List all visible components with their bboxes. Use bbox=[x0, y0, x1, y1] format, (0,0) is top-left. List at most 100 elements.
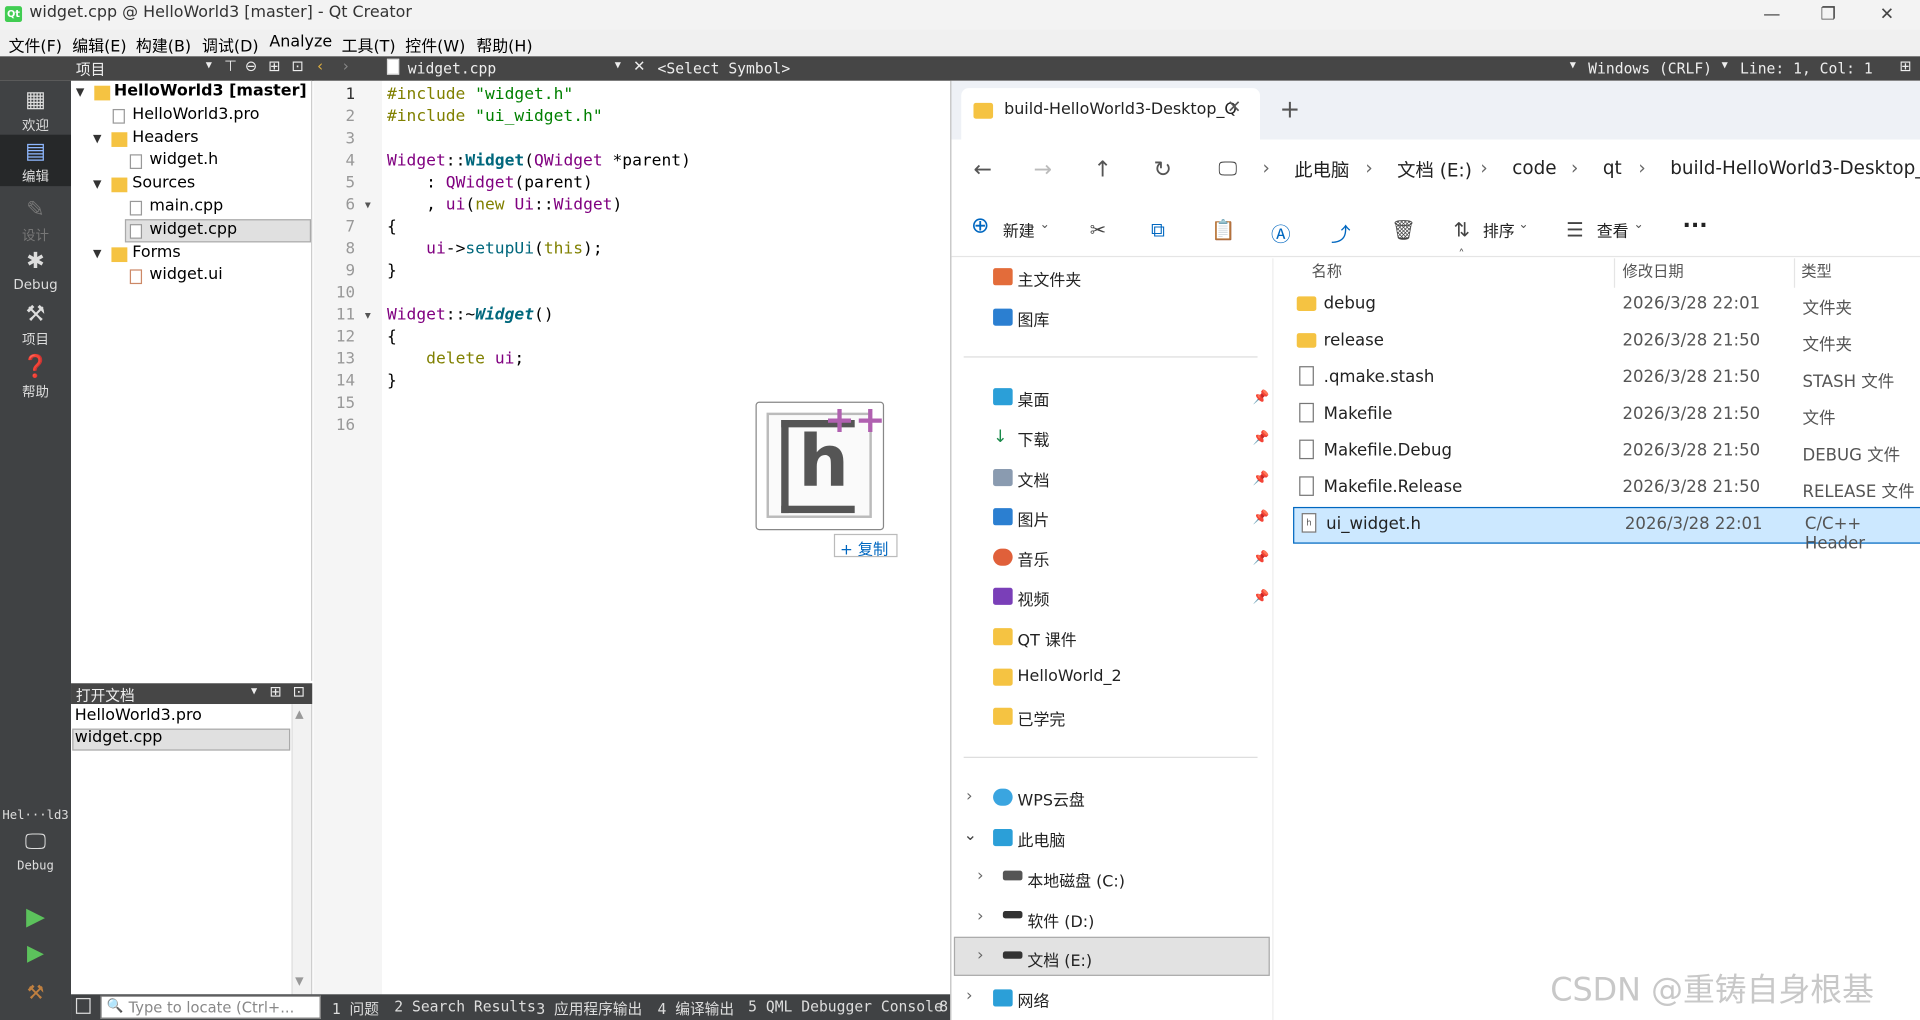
sidebar-quick-qt-course[interactable]: QT 课件 bbox=[1018, 627, 1077, 650]
tree-source-main[interactable]: main.cpp bbox=[149, 197, 223, 215]
crumb[interactable]: 文档 (E:) bbox=[1397, 157, 1472, 183]
paste-icon[interactable]: 📋 bbox=[1211, 218, 1235, 241]
encoding-dropdown-icon[interactable]: ▾ bbox=[1570, 59, 1576, 72]
pin-icon[interactable]: 📌 bbox=[1253, 509, 1270, 525]
new-button[interactable]: 新建 bbox=[1003, 218, 1035, 241]
collapse-arrow-icon[interactable]: ▼ bbox=[93, 133, 101, 145]
mode-design[interactable]: ✎ 设计 bbox=[0, 198, 71, 245]
chevron-right-icon[interactable]: › bbox=[966, 987, 972, 1005]
close-panel-icon[interactable]: ⊡ bbox=[293, 683, 305, 700]
panel-dropdown-icon[interactable]: ▾ bbox=[206, 59, 212, 72]
encoding[interactable]: Windows (CRLF) bbox=[1588, 60, 1712, 77]
menu-tools[interactable]: 工具(T) bbox=[342, 33, 396, 56]
file-row[interactable]: debug 2026/3/28 22:01 文件夹 bbox=[1292, 288, 1920, 322]
menu-debug[interactable]: 调试(D) bbox=[202, 33, 259, 56]
tree-source-widget[interactable]: widget.cpp bbox=[149, 220, 237, 238]
mode-help[interactable]: ❓ 帮助 bbox=[0, 354, 71, 402]
close-panel-icon[interactable]: ⊡ bbox=[291, 58, 303, 75]
menu-help[interactable]: 帮助(H) bbox=[476, 33, 532, 56]
run-icon[interactable]: ▶ bbox=[0, 901, 71, 930]
collapse-arrow-icon[interactable]: ▼ bbox=[93, 249, 101, 261]
file-row-selected[interactable]: h ui_widget.h 2026/3/28 22:01 C/C++ Head… bbox=[1293, 506, 1920, 553]
menu-controls[interactable]: 控件(W) bbox=[405, 33, 465, 56]
pane-more[interactable]: 8 bbox=[939, 998, 948, 1015]
mode-welcome[interactable]: ▦ 欢迎 bbox=[0, 88, 71, 135]
sidebar-quick-pictures[interactable]: 图片 bbox=[1018, 507, 1050, 530]
tree-forms[interactable]: Forms bbox=[132, 244, 180, 262]
debug-run-icon[interactable]: ▶ bbox=[0, 940, 71, 966]
tree-form-file[interactable]: widget.ui bbox=[149, 266, 222, 284]
scroll-down-icon[interactable]: ▼ bbox=[295, 976, 303, 988]
close-icon[interactable]: ✕ bbox=[1875, 2, 1899, 26]
new-tab-icon[interactable]: + bbox=[1280, 94, 1301, 123]
crumb[interactable]: build-HelloWorld3-Desktop_Qt_5 bbox=[1670, 157, 1920, 179]
sidebar-quick-downloads[interactable]: 下载 bbox=[1018, 427, 1050, 450]
sidebar-toggle-icon[interactable] bbox=[75, 997, 91, 1014]
file-row[interactable]: Makefile.Release 2026/3/28 21:50 RELEASE… bbox=[1292, 471, 1920, 505]
share-icon[interactable]: ⤴ bbox=[1331, 218, 1351, 247]
sidebar-wps[interactable]: WPS云盘 bbox=[1018, 787, 1085, 810]
back-icon[interactable]: ‹ bbox=[317, 58, 323, 75]
up-arrow-icon[interactable]: ↑ bbox=[1093, 157, 1111, 183]
tree-root[interactable]: HelloWorld3 [master] bbox=[114, 82, 307, 100]
menu-file[interactable]: 文件(F) bbox=[9, 33, 62, 56]
menu-build[interactable]: 构建(B) bbox=[136, 33, 191, 56]
explorer-tab[interactable]: build-HelloWorld3-Desktop_Q ✕ bbox=[961, 88, 1261, 140]
split-editor-icon[interactable]: ⊞ bbox=[1899, 58, 1911, 75]
crumb[interactable]: 此电脑 bbox=[1294, 157, 1349, 183]
pin-icon[interactable]: 📌 bbox=[1253, 550, 1270, 566]
more-button[interactable]: ··· bbox=[1682, 213, 1707, 239]
mode-edit[interactable]: ▤ 编辑 bbox=[0, 134, 72, 187]
sidebar-this-pc[interactable]: 此电脑 bbox=[1018, 828, 1066, 851]
pane-search-results[interactable]: 2 Search Results bbox=[394, 998, 536, 1015]
chevron-right-icon[interactable]: › bbox=[977, 947, 983, 965]
tree-pro-file[interactable]: HelloWorld3.pro bbox=[132, 105, 259, 123]
split-icon[interactable]: ⊞ bbox=[269, 683, 281, 700]
copy-icon[interactable]: ⧉ bbox=[1151, 218, 1165, 242]
address-bar[interactable]: 🖵 › 此电脑 › 文档 (E:) › code › qt › build-He… bbox=[1203, 146, 1920, 196]
menu-analyze[interactable]: Analyze bbox=[269, 33, 332, 51]
file-row[interactable]: Makefile 2026/3/28 21:50 文件 bbox=[1292, 398, 1920, 432]
fold-icon[interactable]: ▼ bbox=[365, 200, 371, 211]
close-tab-icon[interactable]: ✕ bbox=[1227, 98, 1241, 118]
chevron-down-icon[interactable]: ⌄ bbox=[964, 827, 977, 845]
pane-app-output[interactable]: 3 应用程序输出 bbox=[536, 998, 642, 1019]
back-arrow-icon[interactable]: ← bbox=[973, 157, 991, 183]
column-type[interactable]: 类型 bbox=[1801, 258, 1832, 281]
chevron-right-icon[interactable]: › bbox=[966, 787, 972, 805]
scroll-up-icon[interactable]: ▲ bbox=[295, 709, 303, 721]
position-dropdown-icon[interactable]: ▾ bbox=[1722, 59, 1728, 72]
locator-input[interactable]: 🔍 Type to locate (Ctrl+... bbox=[100, 995, 321, 1019]
link-icon[interactable]: ⊖ bbox=[245, 58, 257, 75]
sidebar-quick-finished[interactable]: 已学完 bbox=[1018, 707, 1066, 729]
column-date[interactable]: 修改日期 bbox=[1622, 258, 1683, 281]
delete-icon[interactable]: 🗑 bbox=[1391, 218, 1416, 241]
pane-compile-output[interactable]: 4 编译输出 bbox=[658, 998, 734, 1019]
build-hammer-icon[interactable]: ⚒ bbox=[0, 981, 71, 1004]
tree-sources[interactable]: Sources bbox=[132, 174, 195, 192]
tree-headers[interactable]: Headers bbox=[132, 129, 198, 147]
chevron-right-icon[interactable]: › bbox=[977, 867, 983, 885]
sidebar-network[interactable]: 网络 bbox=[1018, 988, 1050, 1011]
filter-icon[interactable]: ⊤ bbox=[224, 58, 237, 75]
pane-qml-console[interactable]: 5 QML Debugger Console bbox=[748, 998, 943, 1015]
open-doc-item[interactable]: widget.cpp bbox=[75, 729, 163, 747]
split-icon[interactable]: ⊞ bbox=[268, 58, 280, 75]
file-row[interactable]: .qmake.stash 2026/3/28 21:50 STASH 文件 bbox=[1292, 361, 1920, 395]
maximize-icon[interactable]: ❐ bbox=[1816, 2, 1840, 26]
kit-selector[interactable]: 🖵 Debug bbox=[0, 830, 71, 873]
pin-icon[interactable]: 📌 bbox=[1253, 389, 1270, 405]
sidebar-gallery[interactable]: 图库 bbox=[1018, 307, 1050, 330]
sidebar-drive-d[interactable]: 软件 (D:) bbox=[1027, 909, 1094, 931]
pin-icon[interactable]: 📌 bbox=[1253, 470, 1270, 486]
open-docs-dropdown-icon[interactable]: ▾ bbox=[251, 684, 257, 697]
rename-icon[interactable]: Ⓐ bbox=[1271, 218, 1291, 247]
open-doc-item[interactable]: HelloWorld3.pro bbox=[75, 707, 202, 725]
symbol-selector[interactable]: <Select Symbol> bbox=[658, 60, 791, 77]
pane-issues[interactable]: 1 问题 bbox=[332, 998, 379, 1019]
crumb[interactable]: qt bbox=[1603, 157, 1622, 179]
column-name[interactable]: 名称 bbox=[1311, 258, 1342, 281]
sidebar-quick-music[interactable]: 音乐 bbox=[1018, 547, 1050, 570]
pin-icon[interactable]: 📌 bbox=[1253, 430, 1270, 446]
cut-icon[interactable]: ✂ bbox=[1090, 218, 1106, 241]
